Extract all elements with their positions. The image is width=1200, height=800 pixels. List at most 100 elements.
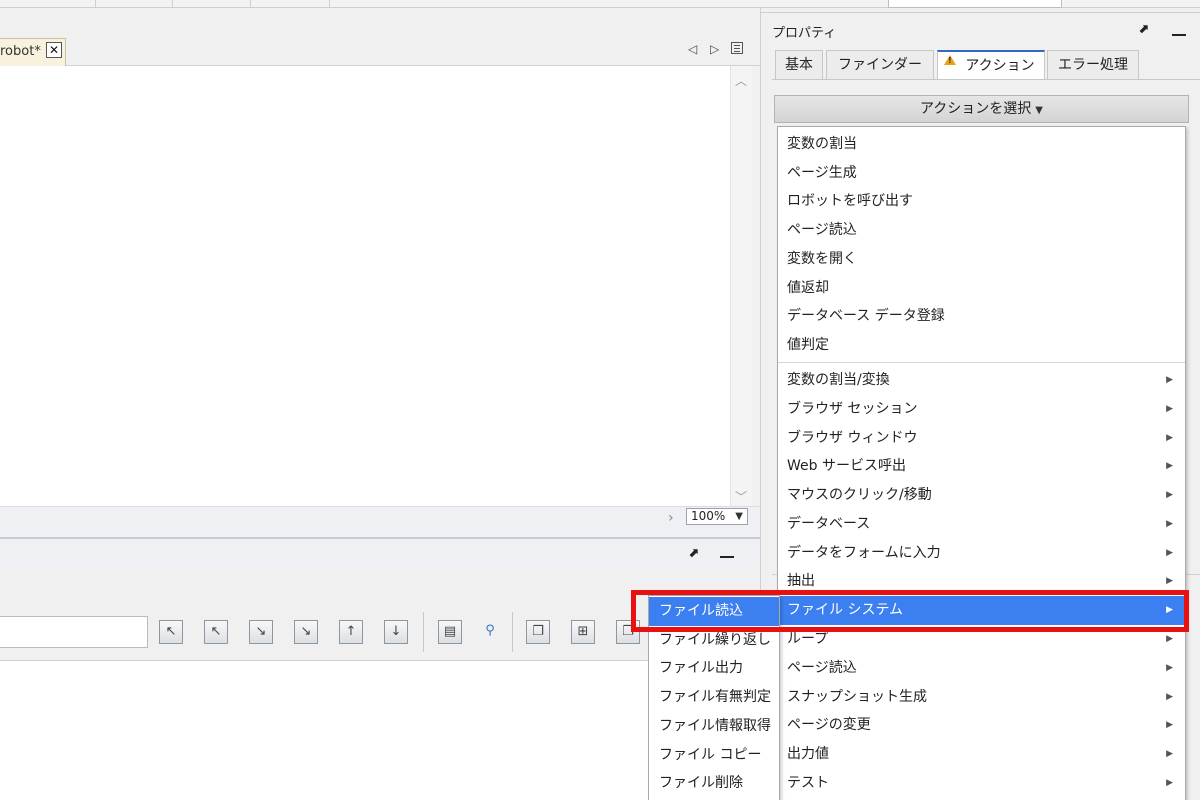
menu-group-label: ブラウザ ウィンドウ bbox=[787, 430, 918, 446]
close-icon[interactable]: ✕ bbox=[46, 42, 62, 58]
menu-group-item[interactable]: ページ読込 ▶ bbox=[778, 654, 1185, 683]
menu-group-label: テスト bbox=[787, 775, 829, 791]
menu-group-item[interactable]: 変数の割当/変換 ▶ bbox=[778, 366, 1185, 395]
menu-group-item[interactable]: ブラウザ セッション ▶ bbox=[778, 395, 1185, 424]
menu-item[interactable]: ページ読込 bbox=[778, 216, 1185, 245]
submenu-item[interactable]: ファイル出力 bbox=[649, 654, 779, 683]
window-cascade-icon[interactable]: ❐ bbox=[526, 620, 550, 644]
panel-divider bbox=[760, 12, 1200, 13]
submenu-arrow-icon: ▶ bbox=[1166, 692, 1173, 702]
highlight-annotation-box bbox=[631, 590, 1189, 632]
zoom-value: 100% bbox=[691, 509, 726, 523]
bottom-panel-header bbox=[0, 537, 760, 567]
scroll-down-icon[interactable]: ﹀ bbox=[735, 488, 747, 505]
submenu-arrow-icon: ▶ bbox=[1166, 433, 1173, 443]
menu-group-item[interactable]: ページの変更 ▶ bbox=[778, 711, 1185, 740]
chevron-down-icon: ▼ bbox=[1035, 105, 1043, 116]
submenu-arrow-icon: ▶ bbox=[1166, 404, 1173, 414]
window-add-icon[interactable]: ⊞ bbox=[571, 620, 595, 644]
menu-group-item[interactable]: テスト ▶ bbox=[778, 769, 1185, 798]
submenu-item[interactable]: ファイル コピー bbox=[649, 741, 779, 770]
menu-group-label: 出力値 bbox=[787, 746, 829, 762]
submenu-item[interactable]: ファイル有無判定 bbox=[649, 683, 779, 712]
submenu-item[interactable]: ファイル削除 bbox=[649, 769, 779, 798]
toolbar-separator bbox=[95, 0, 96, 8]
tab-list-icon[interactable] bbox=[731, 42, 743, 54]
menu-group-label: スナップショット生成 bbox=[787, 689, 927, 705]
menu-group-item[interactable]: ブラウザ ウィンドウ ▶ bbox=[778, 424, 1185, 453]
menu-group-item[interactable]: マウスのクリック/移動 ▶ bbox=[778, 481, 1185, 510]
chevron-right-icon[interactable]: › bbox=[668, 510, 674, 526]
toolbar-separator bbox=[512, 612, 513, 652]
menu-separator bbox=[778, 362, 1185, 363]
select-action-button[interactable]: アクションを選択 ▼ bbox=[774, 95, 1189, 123]
menu-group-item[interactable]: 出力値 ▶ bbox=[778, 740, 1185, 769]
scroll-up-icon[interactable]: ︿ bbox=[735, 72, 747, 89]
properties-title: プロパティ bbox=[772, 26, 837, 41]
minimize-icon[interactable] bbox=[1172, 34, 1186, 36]
arrow-down-icon[interactable]: ↓ bbox=[384, 620, 408, 644]
menu-group-label: ループ bbox=[787, 631, 829, 647]
tab-scroll-left-icon[interactable]: ◁ bbox=[688, 42, 697, 56]
bottom-search-input[interactable] bbox=[0, 616, 148, 648]
editor-tab-bar bbox=[0, 8, 760, 66]
maximize-icon[interactable]: ⬈ bbox=[1138, 22, 1149, 37]
menu-item[interactable]: 変数の割当 bbox=[778, 130, 1185, 159]
menu-item[interactable]: データベース データ登録 bbox=[778, 302, 1185, 331]
top-input-field[interactable] bbox=[888, 0, 1062, 8]
menu-group-label: 変数の割当/変換 bbox=[787, 372, 890, 388]
zoom-select[interactable]: 100% ▼ bbox=[686, 508, 748, 525]
submenu-arrow-icon: ▶ bbox=[1166, 778, 1173, 788]
menu-group-label: Web サービス呼出 bbox=[787, 458, 906, 474]
minimize-icon[interactable] bbox=[720, 556, 734, 558]
tab-scroll-right-icon[interactable]: ▷ bbox=[710, 42, 719, 56]
menu-item[interactable]: ロボットを呼び出す bbox=[778, 187, 1185, 216]
tab-basic[interactable]: 基本 bbox=[775, 50, 823, 80]
editor-status-bar bbox=[0, 506, 760, 536]
robot-editor-canvas[interactable] bbox=[0, 66, 730, 506]
menu-group-label: データベース bbox=[787, 516, 871, 532]
document-icon[interactable]: ▤ bbox=[438, 620, 462, 644]
menu-group-label: ブラウザ セッション bbox=[787, 401, 918, 417]
menu-group-item[interactable]: スナップショット生成 ▶ bbox=[778, 683, 1185, 712]
menu-group-item[interactable]: Web サービス呼出 ▶ bbox=[778, 452, 1185, 481]
menu-group-label: 抽出 bbox=[787, 573, 815, 589]
submenu-arrow-icon: ▶ bbox=[1166, 375, 1173, 385]
toolbar-separator bbox=[423, 612, 424, 652]
menu-group-item[interactable]: データをフォームに入力 ▶ bbox=[778, 539, 1185, 568]
menu-item[interactable]: 値判定 bbox=[778, 331, 1185, 360]
menu-group-item[interactable]: データベース ▶ bbox=[778, 510, 1185, 539]
menu-group-label: データをフォームに入力 bbox=[787, 545, 941, 561]
tab-error-handling[interactable]: エラー処理 bbox=[1047, 50, 1139, 80]
maximize-icon[interactable]: ⬈ bbox=[688, 546, 699, 561]
submenu-arrow-icon: ▶ bbox=[1166, 461, 1173, 471]
menu-item[interactable]: 値返却 bbox=[778, 274, 1185, 303]
submenu-arrow-icon: ▶ bbox=[1166, 490, 1173, 500]
submenu-arrow-icon: ▶ bbox=[1166, 720, 1173, 730]
menu-item[interactable]: 変数を開く bbox=[778, 245, 1185, 274]
menu-group-label: ページの変更 bbox=[787, 717, 871, 733]
submenu-arrow-icon: ▶ bbox=[1166, 749, 1173, 759]
menu-group-label: ページ読込 bbox=[787, 660, 857, 676]
move-top-left-icon[interactable]: ↖ bbox=[159, 620, 183, 644]
move-bottom-right-icon[interactable]: ↘ bbox=[294, 620, 318, 644]
toolbar-separator bbox=[329, 0, 330, 8]
editor-tab-label: robot* bbox=[0, 44, 41, 59]
move-down-right-icon[interactable]: ↘ bbox=[249, 620, 273, 644]
magnifier-icon[interactable]: ⚲ bbox=[478, 620, 502, 644]
editor-vertical-scrollbar[interactable] bbox=[730, 66, 752, 506]
menu-item[interactable]: ページ生成 bbox=[778, 159, 1185, 188]
submenu-item[interactable]: ファイル情報取得 bbox=[649, 712, 779, 741]
arrow-up-icon[interactable]: ↑ bbox=[339, 620, 363, 644]
tab-finder[interactable]: ファインダー bbox=[826, 50, 934, 80]
warning-icon bbox=[944, 55, 956, 65]
menu-group-label: マウスのクリック/移動 bbox=[787, 487, 932, 503]
select-action-label: アクションを選択 bbox=[919, 101, 1032, 117]
toolbar-separator bbox=[172, 0, 173, 8]
submenu-arrow-icon: ▶ bbox=[1166, 519, 1173, 529]
toolbar-separator bbox=[250, 0, 251, 8]
submenu-arrow-icon: ▶ bbox=[1166, 548, 1173, 558]
chevron-down-icon: ▼ bbox=[735, 511, 743, 522]
bottom-panel-content bbox=[0, 660, 760, 800]
move-up-left-icon[interactable]: ↖ bbox=[204, 620, 228, 644]
